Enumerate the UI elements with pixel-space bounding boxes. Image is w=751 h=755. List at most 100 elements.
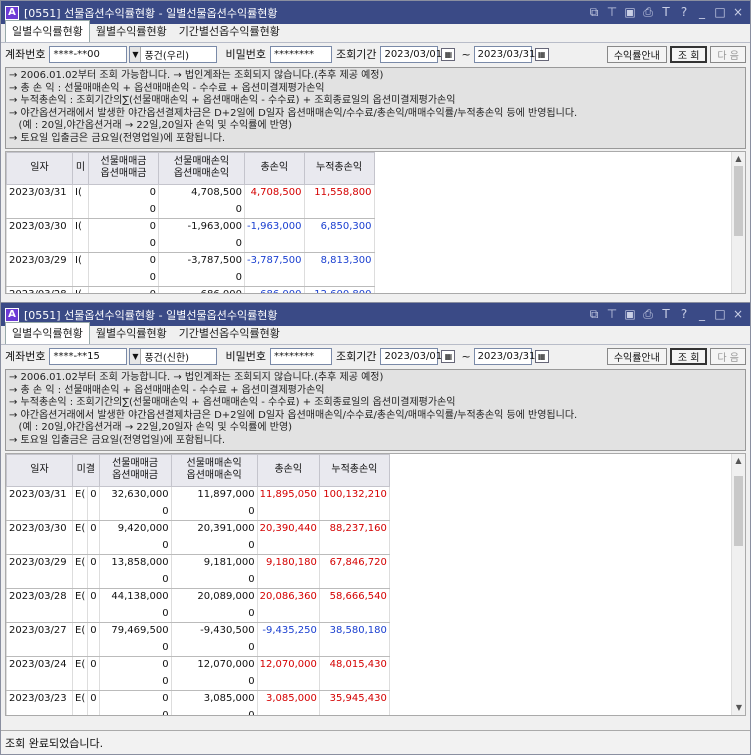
cell-empty xyxy=(71,571,89,589)
pin-icon[interactable]: ⊤ xyxy=(606,307,618,322)
tab-period[interactable]: 기간별선옵수익률현황 xyxy=(173,323,286,344)
scroll-up-icon[interactable]: ▲ xyxy=(732,454,745,468)
table-row[interactable]: 2023/03/30 I(0 -1,963,000 -1,963,000 6,850,3… xyxy=(6,218,375,236)
scroll-down-icon[interactable]: ▼ xyxy=(732,701,745,715)
header-date[interactable]: 일자 xyxy=(6,151,73,185)
table-row-sub[interactable]: 00 xyxy=(6,235,375,253)
header-total[interactable]: 총손익 xyxy=(244,151,305,185)
query-button[interactable]: 조 회 xyxy=(669,347,708,365)
owner-select[interactable]: ▼ 풍건(신한) xyxy=(129,347,218,365)
header-cumulative[interactable]: 누적총손익 xyxy=(303,151,375,185)
scroll-up-icon[interactable]: ▲ xyxy=(732,152,745,166)
table-row[interactable]: 2023/03/31 I(0 4,708,500 4,708,500 11,558,80… xyxy=(6,184,375,202)
data-grid[interactable]: 일자 미결 선물매매금 옵션매매금 선물매매손익 옵션매매손익 총손익 누적총손익 … xyxy=(5,452,746,716)
scroll-thumb[interactable] xyxy=(734,165,743,236)
date-from-input[interactable]: 2023/03/01 xyxy=(380,347,442,365)
help-icon[interactable]: ? xyxy=(678,5,690,20)
font-icon[interactable]: T xyxy=(660,5,672,20)
table-row[interactable]: 2023/03/28I(0-686,000-686,00012,600,800 xyxy=(6,286,375,293)
table-row[interactable]: 2023/03/31 E(0 32,630,000 11,897,000 11,895,… xyxy=(6,486,390,504)
cell-empty xyxy=(256,639,320,657)
table-row[interactable]: 2023/03/24 E(0 0 12,070,000 12,070,000 48,015… xyxy=(6,656,390,674)
cell-futures-pnl: 20,089,000 xyxy=(170,588,258,606)
next-button[interactable]: 다 음 xyxy=(710,45,746,63)
table-row-sub[interactable]: 00 xyxy=(6,269,375,287)
header-col4[interactable]: 선물매매손익 옵션매매손익 xyxy=(170,453,258,487)
table-row[interactable]: 2023/03/23 E(0 0 3,085,000 3,085,000 35,945,4… xyxy=(6,690,390,708)
table-row[interactable]: 2023/03/30 E(0 9,420,000 20,391,000 20,390,4… xyxy=(6,520,390,538)
cell-date: 2023/03/31 xyxy=(6,184,73,202)
font-icon[interactable]: T xyxy=(660,307,672,322)
header-col3a: 선물매매금 xyxy=(112,458,159,470)
table-row-sub[interactable]: 00 xyxy=(6,673,390,691)
password-input[interactable]: ******** xyxy=(269,45,332,63)
header-col3[interactable]: 선물매매금 옵션매매금 xyxy=(88,151,159,185)
table-row[interactable]: 2023/03/27 E(0 79,469,500 -9,430,500 -9,435,… xyxy=(6,622,390,640)
minimize-icon[interactable]: _ xyxy=(696,5,708,20)
table-row-sub[interactable]: 00 xyxy=(6,639,390,657)
link-icon[interactable]: ⧉ xyxy=(588,307,600,322)
table-row-sub[interactable]: 00 xyxy=(6,503,390,521)
cell-options-pnl: 0 xyxy=(158,201,245,219)
header-col4[interactable]: 선물매매손익 옵션매매손익 xyxy=(158,151,245,185)
scroll-thumb[interactable] xyxy=(734,475,743,546)
table-row-sub[interactable]: 00 xyxy=(6,707,390,715)
calendar-icon[interactable]: ▦ xyxy=(534,47,549,61)
guide-button[interactable]: 수익률안내 xyxy=(606,45,667,63)
header-date[interactable]: 일자 xyxy=(6,453,73,487)
copy-icon[interactable]: ▣ xyxy=(624,5,636,20)
calendar-icon[interactable]: ▦ xyxy=(441,349,456,363)
table-row-sub[interactable]: 00 xyxy=(6,571,390,589)
account-input[interactable]: ****-**00 xyxy=(49,45,128,63)
header-total[interactable]: 총손익 xyxy=(256,453,320,487)
print-icon[interactable]: ⎙ xyxy=(642,5,654,20)
owner-select[interactable]: ▼ 풍건(우리) xyxy=(129,45,218,63)
tab-daily[interactable]: 일별수익률현황 xyxy=(5,322,90,344)
tab-daily[interactable]: 일별수익률현황 xyxy=(5,20,90,42)
cell-futures-pnl: -9,430,500 xyxy=(170,622,258,640)
table-row-sub[interactable]: 00 xyxy=(6,537,390,555)
minimize-icon[interactable]: _ xyxy=(696,307,708,322)
vertical-scrollbar[interactable]: ▲ xyxy=(731,151,745,293)
header-col3[interactable]: 선물매매금 옵션매매금 xyxy=(98,453,172,487)
date-from-input[interactable]: 2023/03/01 xyxy=(380,45,442,63)
cell-total-pnl: -1,963,000 xyxy=(244,218,305,236)
help-icon[interactable]: ? xyxy=(678,307,690,322)
data-grid[interactable]: 일자 미 선물매매금 옵션매매금 선물매매손익 옵션매매손익 총손익 누적총손익 2… xyxy=(5,150,746,294)
cell-flag: E( xyxy=(71,520,89,538)
table-row-sub[interactable]: 00 xyxy=(6,201,375,219)
calendar-icon[interactable]: ▦ xyxy=(441,47,456,61)
query-button[interactable]: 조 회 xyxy=(669,45,708,63)
table-row-sub[interactable]: 00 xyxy=(6,605,390,623)
print-icon[interactable]: ⎙ xyxy=(642,307,654,322)
date-to-input[interactable]: 2023/03/31 xyxy=(473,347,535,365)
status-bar: 조회 완료되었습니다. xyxy=(1,730,750,754)
vertical-scrollbar[interactable]: ▲ ▼ xyxy=(731,453,745,715)
link-icon[interactable]: ⧉ xyxy=(588,5,600,20)
header-col3b: 옵션매매금 xyxy=(112,470,159,482)
copy-icon[interactable]: ▣ xyxy=(624,307,636,322)
tab-monthly[interactable]: 월별수익률현황 xyxy=(90,323,173,344)
close-icon[interactable]: × xyxy=(732,307,744,322)
account-input[interactable]: ****-**15 xyxy=(49,347,128,365)
guide-button[interactable]: 수익률안내 xyxy=(606,347,667,365)
tab-period[interactable]: 기간별선옵수익률현황 xyxy=(173,21,286,42)
table-row[interactable]: 2023/03/28 E(0 44,138,000 20,089,000 20,086,… xyxy=(6,588,390,606)
cell-flag: E( xyxy=(71,622,89,640)
maximize-icon[interactable]: □ xyxy=(714,5,726,20)
header-cumulative[interactable]: 누적총손익 xyxy=(318,453,390,487)
tab-monthly[interactable]: 월별수익률현황 xyxy=(90,21,173,42)
cell-empty xyxy=(318,707,390,715)
close-icon[interactable]: × xyxy=(732,5,744,20)
table-row[interactable]: 2023/03/29 I(0 -3,787,500 -3,787,500 8,813,3… xyxy=(6,252,375,270)
header-col2[interactable]: 미결 xyxy=(72,453,100,487)
calendar-icon[interactable]: ▦ xyxy=(534,349,549,363)
cell-empty xyxy=(87,673,100,691)
next-button[interactable]: 다 음 xyxy=(710,347,746,365)
date-to-input[interactable]: 2023/03/31 xyxy=(473,45,535,63)
table-row[interactable]: 2023/03/29 E(0 13,858,000 9,181,000 9,180,18… xyxy=(6,554,390,572)
pin-icon[interactable]: ⊤ xyxy=(606,5,618,20)
header-col2[interactable]: 미 xyxy=(72,151,89,185)
maximize-icon[interactable]: □ xyxy=(714,307,726,322)
password-input[interactable]: ******** xyxy=(269,347,332,365)
